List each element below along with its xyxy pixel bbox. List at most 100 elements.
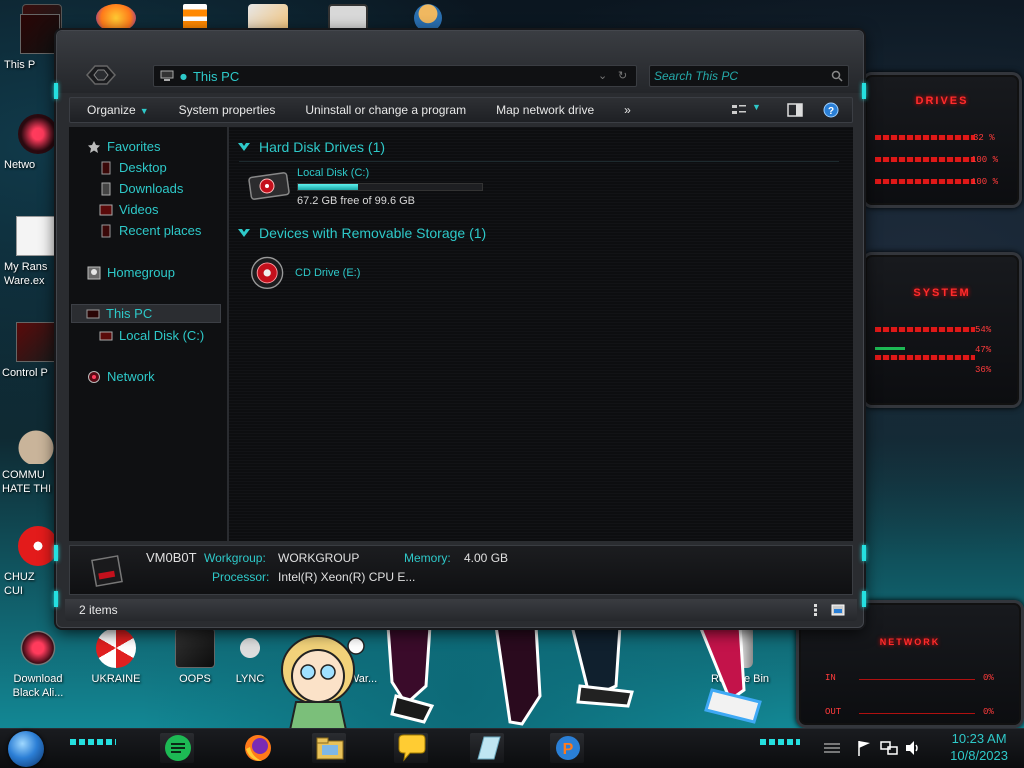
window-titlebar[interactable]: ● This PC ⌄ ↻ <box>57 31 863 93</box>
desktop-icon-oops[interactable]: OOPS <box>157 628 233 686</box>
address-dropdown-icon[interactable]: ⌄ <box>598 69 607 82</box>
user-app-icon[interactable] <box>414 4 442 32</box>
large-icons-view-icon[interactable] <box>831 603 845 617</box>
cd-drive-icon <box>251 256 284 290</box>
search-input[interactable] <box>654 68 824 84</box>
network-in-line <box>859 679 975 680</box>
organize-menu[interactable]: Organize ▼ <box>70 103 164 117</box>
computer-name: VM0B0T <box>146 550 197 565</box>
memory-value: 4.00 GB <box>464 551 509 565</box>
system-properties-button[interactable]: System properties <box>164 103 291 117</box>
local-disk-item[interactable]: Local Disk (C:) 67.2 GB free of 99.6 GB <box>247 167 483 207</box>
drive-value: 32 % <box>973 133 995 143</box>
map-network-drive-button[interactable]: Map network drive <box>481 103 609 117</box>
frame-accent <box>54 591 58 607</box>
nav-label: Downloads <box>119 181 184 196</box>
address-text: This PC <box>192 68 240 84</box>
nav-videos[interactable]: Videos <box>99 200 159 219</box>
cd-drive-item[interactable]: CD Drive (E:) <box>249 253 360 291</box>
local-disk-name: Local Disk (C:) <box>297 167 370 179</box>
frame-accent <box>862 591 866 607</box>
status-bar: 2 items <box>65 599 857 621</box>
system-gadget: SYSTEM 54% 47% 36% <box>862 252 1022 408</box>
radiation-icon <box>96 628 136 668</box>
nav-label: This PC <box>106 306 153 321</box>
address-bar[interactable]: ● This PC ⌄ ↻ <box>153 65 637 87</box>
file-explorer-icon[interactable] <box>312 731 348 765</box>
network-icon <box>18 114 58 154</box>
system-value: 36% <box>975 365 992 375</box>
star-icon <box>88 140 100 153</box>
refresh-icon[interactable]: ↻ <box>618 69 627 82</box>
system-value: 47% <box>975 345 992 355</box>
svg-text:?: ? <box>828 106 834 117</box>
nav-desktop[interactable]: Desktop <box>99 158 167 177</box>
chevron-down-icon <box>238 229 250 237</box>
hard-drive-icon <box>248 172 290 200</box>
navigation-pane: Favorites Desktop Downloads Videos Recen… <box>69 127 227 541</box>
tray-menu-icon[interactable] <box>822 741 842 755</box>
volume-icon[interactable] <box>904 739 922 757</box>
nav-favorites[interactable]: Favorites <box>87 137 160 156</box>
workgroup-value: WORKGROUP <box>278 551 360 565</box>
search-icon[interactable] <box>831 70 843 82</box>
recent-places-icon <box>101 224 111 237</box>
disk-usage-fill <box>298 184 358 190</box>
nav-label: Homegroup <box>107 265 175 280</box>
nav-label: Desktop <box>119 160 167 175</box>
drive-value: 100 % <box>971 177 999 187</box>
firefox-icon[interactable] <box>240 731 276 765</box>
videos-icon <box>99 204 113 215</box>
item-count: 2 items <box>79 603 118 617</box>
nav-this-pc[interactable]: This PC <box>71 304 221 323</box>
desktop-icon-ukraine[interactable]: UKRAINE <box>78 628 154 686</box>
homegroup-icon <box>87 266 101 279</box>
search-box[interactable] <box>649 65 849 87</box>
nav-label: Recent places <box>119 223 202 238</box>
drive-bar <box>875 135 975 140</box>
workgroup-label: Workgroup: <box>204 551 266 565</box>
preview-pane-icon[interactable] <box>786 102 804 118</box>
uninstall-program-button[interactable]: Uninstall or change a program <box>290 103 481 117</box>
svg-text:P: P <box>563 741 574 758</box>
more-commands-button[interactable]: » <box>609 103 646 117</box>
clock-time: 10:23 AM <box>951 731 1007 746</box>
breadcrumb-separator-icon: ● <box>180 71 187 81</box>
details-view-icon[interactable] <box>809 603 823 617</box>
vlc-icon[interactable] <box>183 4 207 32</box>
hard-disk-drives-group[interactable]: Hard Disk Drives (1) <box>237 139 385 155</box>
clock[interactable]: 10:23 AM 10/8/2023 <box>950 730 1008 764</box>
paint-app-icon[interactable]: P <box>550 731 586 765</box>
this-pc-icon <box>86 309 100 318</box>
downloads-icon <box>101 182 111 195</box>
removable-storage-group[interactable]: Devices with Removable Storage (1) <box>237 225 486 241</box>
local-disk-free-space: 67.2 GB free of 99.6 GB <box>297 195 416 207</box>
cartoon-icon <box>18 526 58 566</box>
terminal-app-icon[interactable] <box>328 4 368 32</box>
nav-recent-places[interactable]: Recent places <box>99 221 201 240</box>
drive-value: 100 % <box>971 155 999 165</box>
desktop-icon-label: Download Black Ali... <box>12 673 64 699</box>
start-button[interactable] <box>8 731 44 767</box>
content-pane: Hard Disk Drives (1) Local Disk (C:) 67.… <box>229 127 853 541</box>
nav-local-disk[interactable]: Local Disk (C:) <box>99 326 204 345</box>
firefox-icon[interactable] <box>96 4 136 32</box>
nav-network[interactable]: Network <box>87 367 155 386</box>
nav-downloads[interactable]: Downloads <box>99 179 183 198</box>
system-value: 54% <box>975 325 992 335</box>
sheets-app-icon[interactable] <box>160 731 196 765</box>
desktop-folder-icon <box>101 161 111 174</box>
document-icon <box>16 216 56 256</box>
photo-app-icon[interactable] <box>248 4 288 32</box>
change-view-icon[interactable] <box>730 102 748 118</box>
chat-bubble-icon[interactable] <box>394 731 430 765</box>
network-out-label: OUT <box>825 707 842 717</box>
network-status-icon[interactable] <box>880 739 898 757</box>
view-options-dropdown-icon[interactable]: ▼ <box>752 102 770 118</box>
nav-homegroup[interactable]: Homegroup <box>87 263 175 282</box>
chevron-down-icon <box>238 143 250 151</box>
desktop-icon-download[interactable]: Download Black Ali... <box>0 628 76 700</box>
action-center-flag-icon[interactable] <box>856 739 872 757</box>
help-icon[interactable]: ? <box>822 102 840 118</box>
notes-app-icon[interactable] <box>470 731 506 765</box>
